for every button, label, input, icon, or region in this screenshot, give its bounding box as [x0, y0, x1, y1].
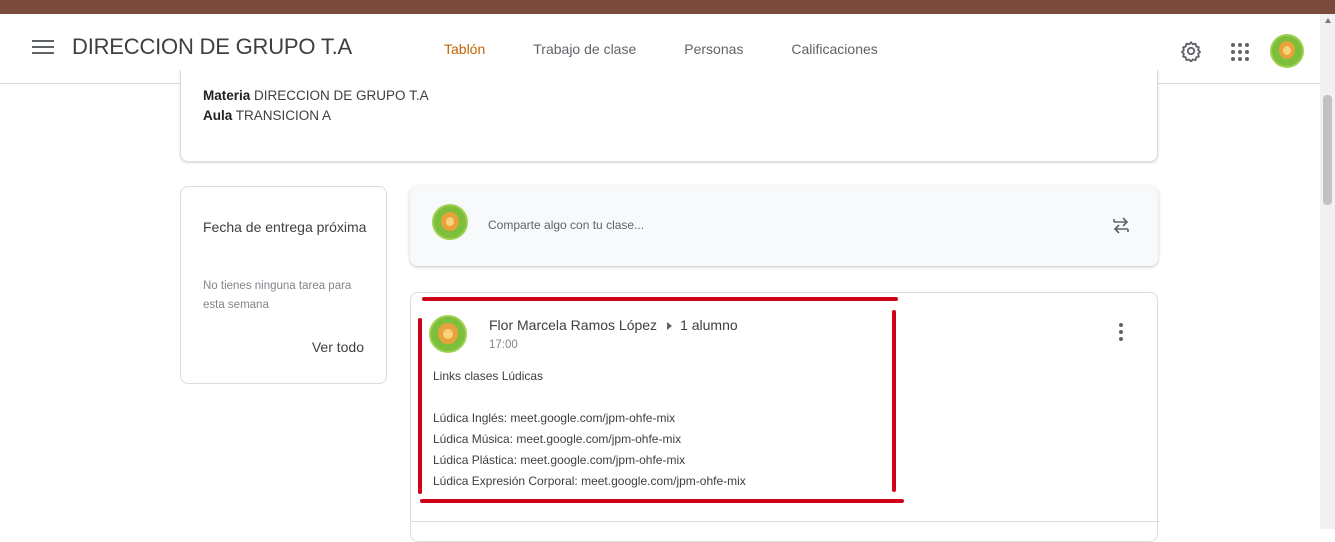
gear-icon[interactable]	[1180, 40, 1202, 62]
apps-grid-icon[interactable]	[1231, 43, 1249, 61]
subject-value: DIRECCION DE GRUPO T.A	[254, 88, 429, 103]
post-author: Flor Marcela Ramos López	[489, 317, 658, 333]
post-line	[433, 387, 746, 408]
room-label: Aula	[203, 108, 233, 123]
share-box[interactable]: Comparte algo con tu clase...	[410, 186, 1158, 266]
share-avatar	[432, 204, 468, 240]
room-value: TRANSICION A	[235, 108, 332, 123]
top-stripe	[0, 0, 1335, 14]
scrollbar-thumb[interactable]	[1323, 95, 1332, 205]
subject-label: Materia	[203, 88, 251, 103]
post-line: Lúdica Inglés: meet.google.com/jpm-ohfe-…	[433, 411, 676, 425]
scrollbar[interactable]	[1320, 14, 1335, 529]
annotation-line-right	[892, 310, 896, 492]
annotation-line-left	[418, 318, 422, 494]
room-line: Aula TRANSICION A	[203, 108, 331, 123]
post-line: Lúdica Expresión Corporal: meet.google.c…	[433, 474, 746, 488]
upcoming-card: Fecha de entrega próxima No tienes ningu…	[180, 186, 387, 384]
post-time: 17:00	[489, 339, 518, 351]
post-line: Lúdica Plástica: meet.google.com/jpm-ohf…	[433, 453, 686, 467]
post-author-line: Flor Marcela Ramos López 1 alumno	[489, 317, 738, 333]
post-divider	[411, 521, 1159, 522]
subject-line: Materia DIRECCION DE GRUPO T.A	[203, 88, 429, 103]
upcoming-empty-text: No tienes ninguna tarea para esta semana	[203, 280, 352, 311]
view-all-link[interactable]: Ver todo	[312, 339, 364, 355]
avatar[interactable]	[1270, 34, 1304, 68]
share-placeholder[interactable]: Comparte algo con tu clase...	[488, 218, 644, 232]
menu-icon[interactable]	[32, 40, 54, 58]
annotation-line-bottom	[420, 499, 904, 503]
arrow-right-icon	[667, 321, 673, 330]
post-body: Links clases Lúdicas Lúdica Inglés: meet…	[433, 366, 746, 492]
post-line: Links clases Lúdicas	[433, 369, 544, 383]
more-options-icon[interactable]	[1119, 323, 1125, 343]
upcoming-title: Fecha de entrega próxima	[203, 219, 367, 235]
annotation-line-top	[422, 297, 898, 301]
announcement-post: Flor Marcela Ramos López 1 alumno 17:00 L…	[410, 292, 1159, 542]
class-title[interactable]: DIRECCION DE GRUPO T.A	[72, 34, 352, 60]
post-audience: 1 alumno	[680, 317, 738, 333]
scroll-up-arrow-icon[interactable]	[1325, 18, 1331, 23]
post-author-avatar	[429, 315, 467, 353]
class-info-card: Materia DIRECCION DE GRUPO T.A Aula TRAN…	[180, 70, 1158, 162]
repost-icon[interactable]	[1112, 214, 1130, 236]
post-line: Lúdica Música: meet.google.com/jpm-ohfe-…	[433, 432, 682, 446]
